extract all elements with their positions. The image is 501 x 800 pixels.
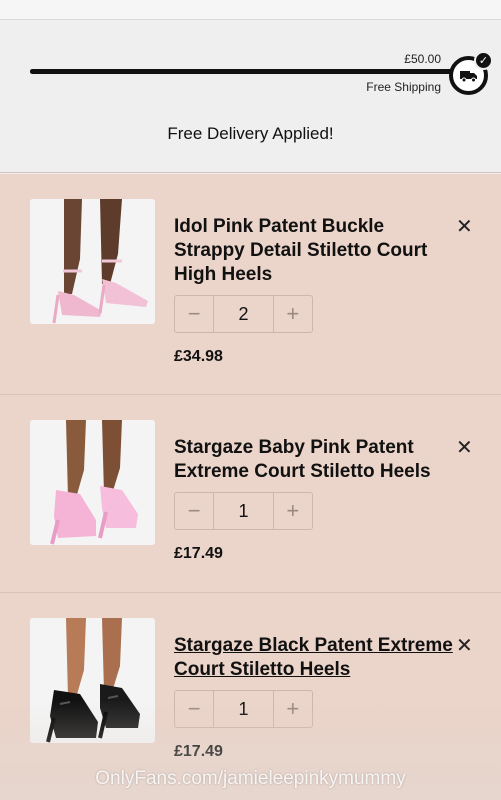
quantity-stepper: − 1 +: [174, 492, 313, 530]
quantity-value[interactable]: 1: [213, 493, 274, 529]
decrease-quantity-button[interactable]: −: [175, 493, 213, 529]
product-price: £17.49: [174, 545, 223, 562]
cart-item: Stargaze Baby Pink Patent Extreme Court …: [0, 395, 501, 593]
increase-quantity-button[interactable]: +: [274, 296, 312, 332]
quantity-stepper: − 1 +: [174, 690, 313, 728]
cart-items-list: Idol Pink Patent Buckle Strappy Detail S…: [0, 174, 501, 800]
quantity-value[interactable]: 1: [213, 691, 274, 727]
top-bar: [0, 0, 501, 20]
free-shipping-label: Free Shipping: [366, 80, 441, 94]
cart-item: Idol Pink Patent Buckle Strappy Detail S…: [0, 174, 501, 395]
product-name[interactable]: Stargaze Black Patent Extreme Court Stil…: [174, 634, 454, 682]
increase-quantity-button[interactable]: +: [274, 493, 312, 529]
quantity-value[interactable]: 2: [213, 296, 274, 332]
product-price: £34.98: [174, 348, 223, 365]
shipping-progress-fill: [30, 69, 456, 74]
shipping-progress-track: [30, 69, 456, 74]
product-price: £17.49: [174, 743, 223, 760]
product-image[interactable]: [30, 199, 155, 324]
free-shipping-progress-panel: £50.00 Free Shipping ✓ Free Delivery App…: [0, 20, 501, 173]
free-delivery-applied-message: Free Delivery Applied!: [167, 124, 334, 143]
remove-item-icon[interactable]: ✕: [456, 633, 473, 658]
decrease-quantity-button[interactable]: −: [175, 691, 213, 727]
check-icon: ✓: [474, 51, 493, 70]
watermark: OnlyFans.com/jamieleepinkymummy: [95, 768, 406, 789]
product-image[interactable]: [30, 420, 155, 545]
remove-item-icon[interactable]: ✕: [456, 214, 473, 239]
product-name[interactable]: Stargaze Baby Pink Patent Extreme Court …: [174, 436, 454, 484]
decrease-quantity-button[interactable]: −: [175, 296, 213, 332]
remove-item-icon[interactable]: ✕: [456, 435, 473, 460]
product-name[interactable]: Idol Pink Patent Buckle Strappy Detail S…: [174, 215, 454, 287]
quantity-stepper: − 2 +: [174, 295, 313, 333]
product-image[interactable]: [30, 618, 155, 743]
shipping-threshold-amount: £50.00: [404, 52, 441, 66]
increase-quantity-button[interactable]: +: [274, 691, 312, 727]
